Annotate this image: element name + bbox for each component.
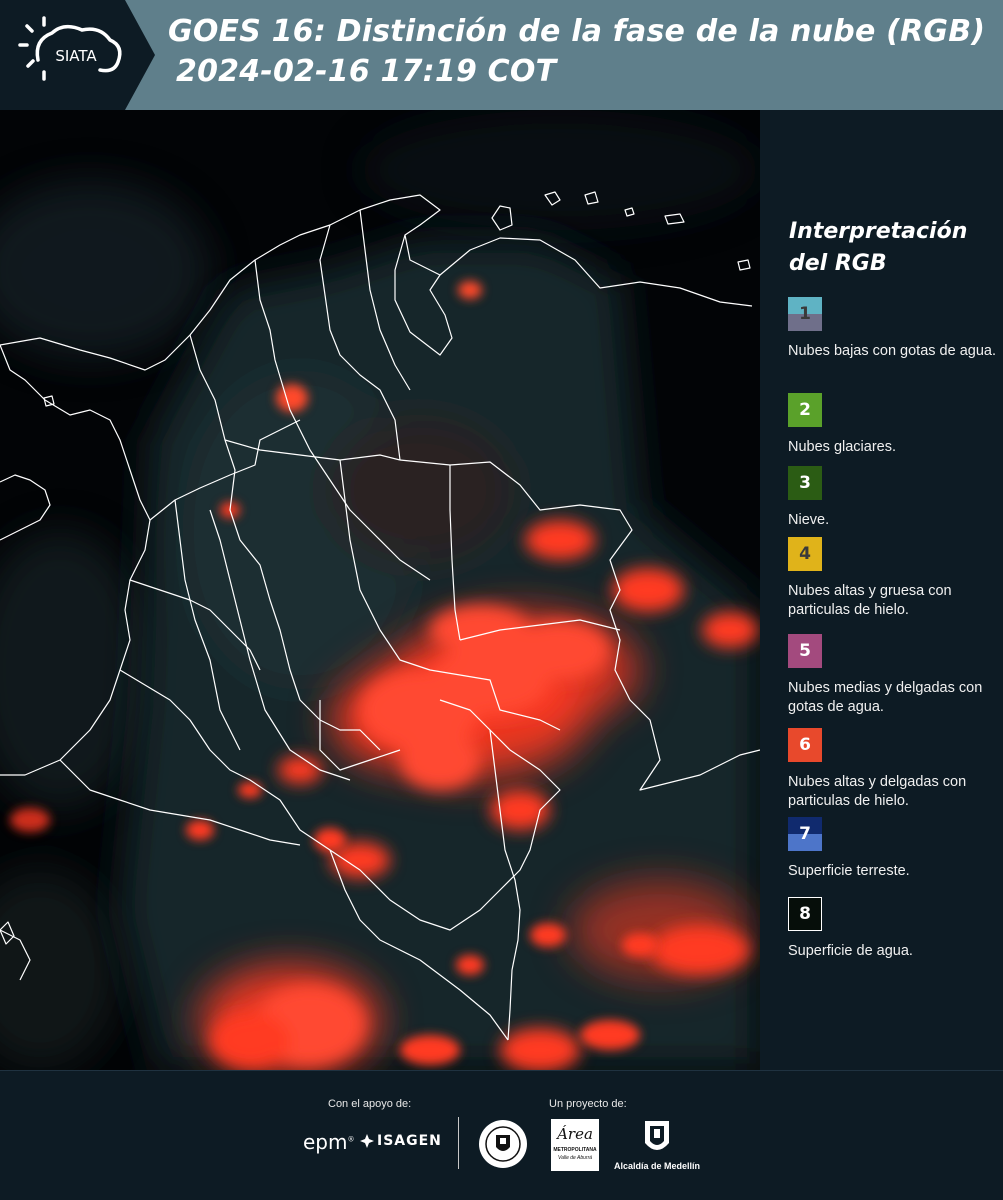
legend-item: 1 Nubes bajas con gotas de agua. — [788, 297, 998, 361]
legend-number: 1 — [799, 304, 811, 324]
footer: Con el apoyo de: Un proyecto de: epm® IS… — [0, 1070, 1003, 1200]
legend-label: Nieve. — [788, 512, 830, 528]
legend-label: Superficie de agua. — [788, 943, 913, 959]
alcaldia-shield-icon — [645, 1121, 669, 1150]
legend-item: 5 Nubes medias y delgadas con gotas de ag… — [788, 634, 998, 717]
legend-number: 5 — [799, 641, 811, 661]
support-label: Con el apoyo de: — [328, 1098, 412, 1110]
legend-item: 6 Nubes altas y delgadas con particulas d… — [788, 728, 998, 811]
alcaldia-text: Alcaldía de Medellín — [613, 1161, 701, 1171]
satellite-map — [0, 110, 760, 1070]
medellin-seal-logo — [478, 1119, 528, 1174]
legend-swatch: 4 — [788, 537, 822, 571]
siata-logo-text: SIATA — [55, 47, 97, 65]
legend-swatch: 7 — [788, 817, 822, 851]
alcaldia-medellin-logo: Alcaldía de Medellín — [612, 1119, 702, 1173]
footer-divider — [458, 1117, 459, 1169]
legend-item: 7 Superficie terreste. — [788, 817, 998, 881]
legend-label: Nubes glaciares. — [788, 439, 896, 455]
legend-number: 8 — [799, 904, 811, 924]
legend-swatch: 2 — [788, 393, 822, 427]
legend-swatch: 1 — [788, 297, 822, 331]
legend-number: 6 — [799, 735, 811, 755]
legend-panel: Interpretación del RGB 1 Nubes bajas con … — [760, 110, 1003, 1070]
legend-number: 7 — [799, 824, 811, 844]
isagen-mark-icon — [360, 1134, 374, 1148]
legend-label: Nubes medias y delgadas con gotas de agu… — [788, 680, 983, 715]
area-metropolitana-logo: Área METROPOLITANA Valle de Aburrá — [551, 1119, 599, 1171]
page-timestamp: 2024-02-16 17:19 COT — [176, 54, 557, 89]
area-logo-region: Valle de Aburrá — [557, 1155, 593, 1161]
isagen-logo: ISAGEN — [360, 1133, 442, 1149]
legend-swatch: 5 — [788, 634, 822, 668]
header-bar: SIATA GOES 16: Distinción de la fase de … — [0, 0, 1003, 110]
legend-number: 3 — [799, 473, 811, 493]
legend-title: Interpretación del RGB — [789, 219, 968, 276]
epm-logo-text: epm — [303, 1130, 348, 1154]
epm-logo: epm® — [303, 1130, 355, 1154]
legend-label: Nubes bajas con gotas de agua. — [788, 343, 996, 359]
siata-logo: SIATA — [0, 0, 155, 110]
legend-number: 4 — [799, 544, 811, 564]
legend-swatch: 3 — [788, 466, 822, 500]
isagen-logo-text: ISAGEN — [377, 1133, 442, 1149]
legend-item: 8 Superficie de agua. — [788, 897, 998, 961]
legend-item: 4 Nubes altas y gruesa con particulas de … — [788, 537, 998, 620]
area-logo-title: Área — [557, 1125, 593, 1143]
legend-number: 2 — [799, 400, 811, 420]
legend-label: Superficie terreste. — [788, 863, 910, 879]
legend-swatch: 8 — [788, 897, 822, 931]
legend-item: 3 Nieve. — [788, 466, 998, 530]
legend-label: Nubes altas y delgadas con particulas de… — [788, 774, 967, 809]
legend-label: Nubes altas y gruesa con particulas de h… — [788, 583, 952, 618]
area-logo-subtitle: METROPOLITANA — [553, 1147, 597, 1153]
legend-swatch: 6 — [788, 728, 822, 762]
page-title: GOES 16: Distinción de la fase de la nub… — [168, 14, 986, 49]
project-label: Un proyecto de: — [549, 1098, 627, 1110]
legend-item: 2 Nubes glaciares. — [788, 393, 998, 457]
